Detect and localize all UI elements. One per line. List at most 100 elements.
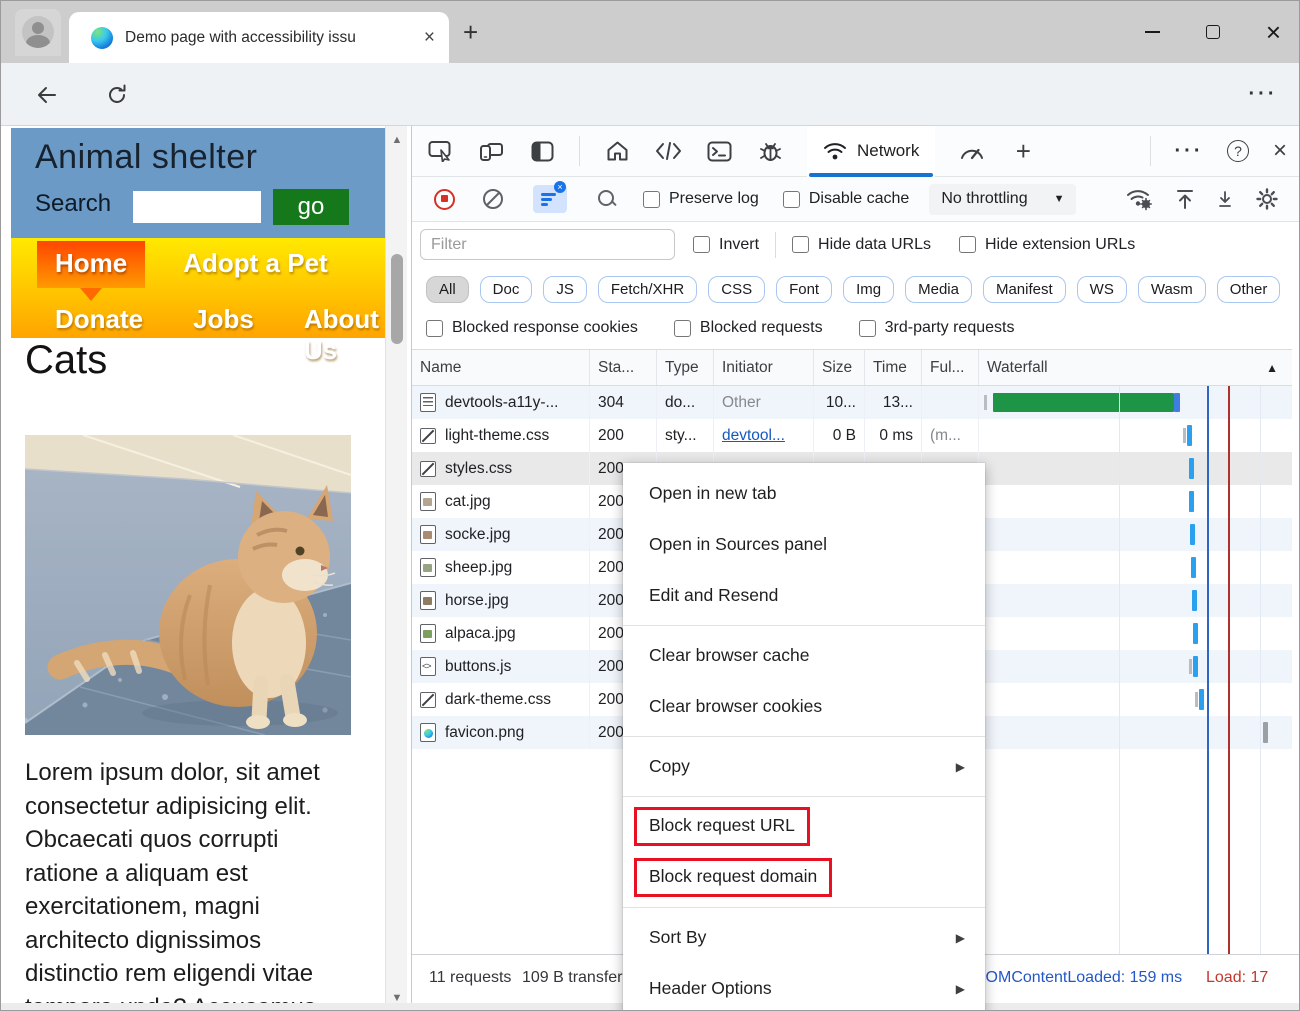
nav-item-about-us[interactable]: About Us	[300, 297, 387, 373]
sort-ascending-icon[interactable]: ▲	[1266, 361, 1278, 375]
site-search-input[interactable]	[133, 191, 261, 223]
menu-item-open-in-new-tab[interactable]: Open in new tab	[623, 468, 985, 519]
filter-chip-ws[interactable]: WS	[1077, 276, 1127, 303]
device-emulation-icon[interactable]	[477, 137, 505, 165]
window-maximize-button[interactable]	[1206, 25, 1220, 39]
focus-panel-layout-icon[interactable]	[528, 137, 556, 165]
filter-chip-font[interactable]: Font	[776, 276, 832, 303]
new-tab-button[interactable]: +	[463, 19, 478, 45]
elements-sources-icon[interactable]	[654, 137, 682, 165]
filter-chip-other[interactable]: Other	[1217, 276, 1281, 303]
table-row[interactable]: devtools-a11y-...304do...Other10...13...	[412, 386, 1292, 419]
scroll-up-icon[interactable]: ▲	[386, 134, 408, 146]
more-tabs-plus-icon[interactable]: +	[1009, 137, 1037, 165]
window-minimize-button[interactable]	[1145, 31, 1160, 33]
import-har-icon[interactable]	[1175, 188, 1195, 210]
filter-chip-fetchxhr[interactable]: Fetch/XHR	[598, 276, 697, 303]
network-settings-gear-icon[interactable]	[1255, 187, 1279, 211]
checkbox-blocked-response-cookies[interactable]: Blocked response cookies	[426, 319, 638, 337]
column-header-type[interactable]: Type	[657, 350, 714, 385]
filter-chip-js[interactable]: JS	[543, 276, 587, 303]
search-network-icon[interactable]	[597, 189, 617, 209]
devtools-help-icon[interactable]: ?	[1227, 140, 1249, 162]
filter-chip-media[interactable]: Media	[905, 276, 972, 303]
menu-item-clear-browser-cookies[interactable]: Clear browser cookies	[623, 681, 985, 732]
checkbox-3rd-party-requests[interactable]: 3rd-party requests	[859, 319, 1015, 337]
inspect-element-icon[interactable]	[426, 137, 454, 165]
table-row[interactable]: light-theme.css200sty...devtool...0 B0 m…	[412, 419, 1292, 452]
waterfall-cell	[979, 452, 1292, 485]
scrollbar-thumb[interactable]	[391, 254, 403, 344]
checkbox-blocked-requests[interactable]: Blocked requests	[674, 319, 823, 337]
refresh-button[interactable]	[99, 63, 135, 126]
devtools-more-options-icon[interactable]: ···	[1175, 137, 1203, 165]
issues-bug-icon[interactable]	[756, 137, 784, 165]
waterfall-cell	[979, 716, 1292, 749]
column-header-time[interactable]: Time	[865, 350, 922, 385]
hide-extension-urls-checkbox[interactable]: Hide extension URLs	[959, 236, 1135, 254]
column-header-initiator[interactable]: Initiator	[714, 350, 814, 385]
browser-tab[interactable]: Demo page with accessibility issu ×	[69, 12, 449, 63]
tab-network[interactable]: Network	[807, 126, 935, 177]
filter-icon[interactable]: ×	[533, 185, 567, 213]
column-header-sta[interactable]: Sta...	[590, 350, 657, 385]
devtools-close-icon[interactable]: ×	[1273, 139, 1287, 163]
request-name-cell[interactable]: cat.jpg	[412, 485, 590, 518]
filter-chip-manifest[interactable]: Manifest	[983, 276, 1066, 303]
filter-chip-img[interactable]: Img	[843, 276, 894, 303]
menu-item-edit-and-resend[interactable]: Edit and Resend	[623, 570, 985, 621]
network-conditions-icon[interactable]	[1126, 187, 1153, 211]
performance-gauge-icon[interactable]	[958, 137, 986, 165]
request-name-cell[interactable]: socke.jpg	[412, 518, 590, 551]
column-header-name[interactable]: Name	[412, 350, 590, 385]
menu-item-sort-by[interactable]: Sort By▶	[623, 912, 985, 963]
menu-item-clear-browser-cache[interactable]: Clear browser cache	[623, 630, 985, 681]
welcome-home-icon[interactable]	[603, 137, 631, 165]
filter-chip-css[interactable]: CSS	[708, 276, 765, 303]
profile-button[interactable]	[15, 9, 61, 56]
record-network-log-icon[interactable]	[434, 189, 455, 210]
filter-chip-wasm[interactable]: Wasm	[1138, 276, 1206, 303]
column-header-ful[interactable]: Ful...	[922, 350, 979, 385]
menu-item-copy[interactable]: Copy▶	[623, 741, 985, 792]
nav-item-jobs[interactable]: Jobs	[189, 297, 258, 342]
column-header-waterfall[interactable]: Waterfall▲	[979, 350, 1292, 385]
menu-item-open-in-sources-panel[interactable]: Open in Sources panel	[623, 519, 985, 570]
nav-item-home[interactable]: Home	[37, 241, 145, 288]
menu-item-header-options[interactable]: Header Options▶	[623, 963, 985, 1011]
settings-more-icon[interactable]: ···	[1245, 63, 1281, 126]
request-name-cell[interactable]: buttons.js	[412, 650, 590, 683]
preserve-log-checkbox[interactable]: Preserve log	[643, 190, 759, 208]
column-header-size[interactable]: Size	[814, 350, 865, 385]
request-name-cell[interactable]: light-theme.css	[412, 419, 590, 452]
request-name-cell[interactable]: sheep.jpg	[412, 551, 590, 584]
window-close-button[interactable]: ×	[1266, 19, 1281, 45]
menu-item-block-request-domain[interactable]: Block request domain	[623, 852, 985, 903]
menu-item-block-request-url[interactable]: Block request URL	[623, 801, 985, 852]
initiator-link[interactable]: devtool...	[722, 427, 785, 445]
console-icon[interactable]	[705, 137, 733, 165]
tab-close-icon[interactable]: ×	[424, 28, 435, 47]
request-name-cell[interactable]: favicon.png	[412, 716, 590, 749]
request-name-cell[interactable]: styles.css	[412, 452, 590, 485]
waterfall-gridline	[1119, 386, 1120, 954]
request-name-cell[interactable]: alpaca.jpg	[412, 617, 590, 650]
throttling-dropdown[interactable]: No throttling▼	[929, 184, 1076, 215]
network-toolbar: × Preserve log Disable cache No throttli…	[412, 177, 1300, 222]
filter-input[interactable]	[420, 229, 675, 260]
filter-chip-all[interactable]: All	[426, 276, 469, 303]
disable-cache-checkbox[interactable]: Disable cache	[783, 190, 910, 208]
back-button[interactable]	[29, 63, 65, 126]
request-name-cell[interactable]: dark-theme.css	[412, 683, 590, 716]
request-name-cell[interactable]: horse.jpg	[412, 584, 590, 617]
nav-item-adopt-a-pet[interactable]: Adopt a Pet	[179, 241, 331, 286]
filter-chip-doc[interactable]: Doc	[480, 276, 533, 303]
page-scrollbar[interactable]: ▲ ▼	[385, 126, 407, 1011]
hide-data-urls-checkbox[interactable]: Hide data URLs	[792, 236, 931, 254]
request-name-cell[interactable]: devtools-a11y-...	[412, 386, 590, 419]
time-cell: 0 ms	[865, 419, 922, 452]
search-go-button[interactable]: go	[273, 189, 349, 225]
clear-network-log-icon[interactable]	[483, 189, 503, 209]
export-har-icon[interactable]	[1217, 190, 1233, 208]
invert-checkbox[interactable]: Invert	[693, 236, 759, 254]
